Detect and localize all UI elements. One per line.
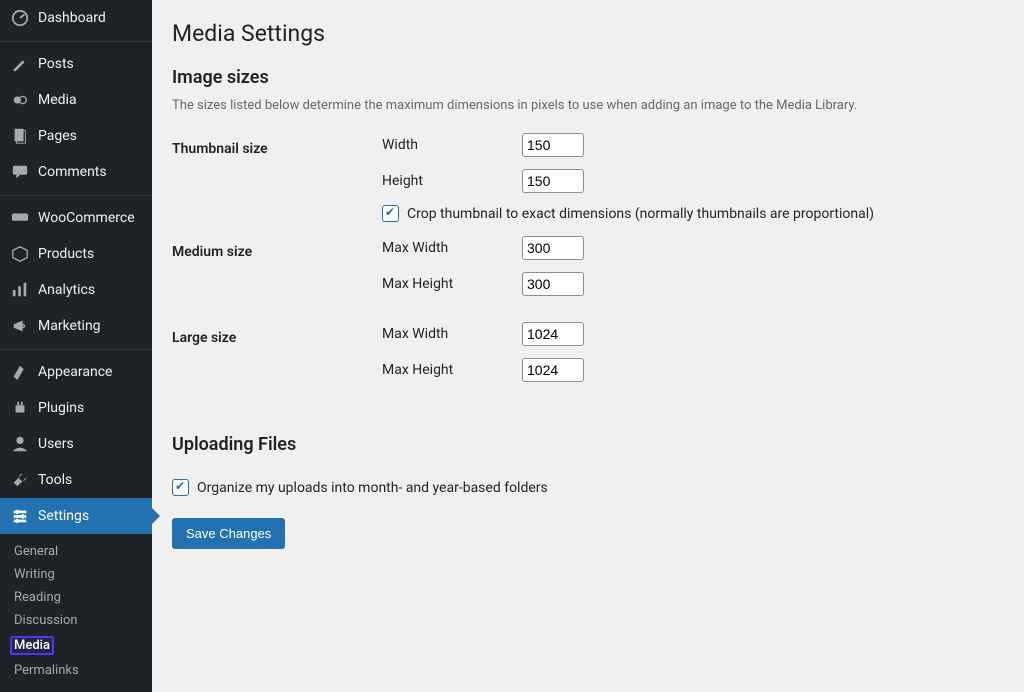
image-sizes-heading: Image sizes	[172, 67, 1004, 88]
sidebar-item-plugins[interactable]: Plugins	[0, 390, 152, 426]
woocommerce-icon	[10, 208, 30, 228]
sidebar-item-woocommerce[interactable]: WooCommerce	[0, 200, 152, 236]
sidebar-item-appearance[interactable]: Appearance	[0, 354, 152, 390]
sidebar-item-label: Tools	[38, 472, 72, 488]
sidebar-item-users[interactable]: Users	[0, 426, 152, 462]
thumbnail-group-label: Thumbnail size	[172, 133, 382, 236]
thumbnail-crop-label: Crop thumbnail to exact dimensions (norm…	[407, 206, 874, 222]
submenu-item-writing[interactable]: Writing	[0, 563, 152, 586]
large-height-label: Max Height	[382, 362, 522, 378]
posts-icon	[10, 54, 30, 74]
save-changes-button[interactable]: Save Changes	[172, 518, 285, 549]
submenu-item-media[interactable]: Media	[0, 632, 152, 659]
highlight-annotation: Media	[10, 636, 54, 655]
medium-width-label: Max Width	[382, 240, 522, 256]
image-sizes-table: Thumbnail size Width Height Crop thumbna…	[172, 133, 1004, 408]
sidebar-item-label: Settings	[38, 508, 89, 524]
thumbnail-height-label: Height	[382, 173, 522, 189]
sidebar-item-label: Marketing	[38, 318, 101, 334]
sidebar-item-label: Plugins	[38, 400, 84, 416]
sidebar-item-label: Comments	[38, 164, 107, 180]
sidebar-item-label: Posts	[38, 56, 74, 72]
sidebar-item-label: WooCommerce	[38, 210, 135, 226]
sidebar-item-analytics[interactable]: Analytics	[0, 272, 152, 308]
sidebar-item-label: Appearance	[38, 364, 112, 380]
pages-icon	[10, 126, 30, 146]
marketing-icon	[10, 316, 30, 336]
large-width-input[interactable]	[522, 322, 584, 346]
medium-width-input[interactable]	[522, 236, 584, 260]
sidebar-item-dashboard[interactable]: Dashboard	[0, 0, 152, 36]
thumbnail-crop-checkbox[interactable]	[382, 205, 399, 222]
sidebar-item-settings[interactable]: Settings	[0, 498, 152, 534]
analytics-icon	[10, 280, 30, 300]
comments-icon	[10, 162, 30, 182]
sidebar-item-posts[interactable]: Posts	[0, 46, 152, 82]
page-title: Media Settings	[172, 20, 1004, 47]
users-icon	[10, 434, 30, 454]
media-icon	[10, 90, 30, 110]
sidebar-item-marketing[interactable]: Marketing	[0, 308, 152, 344]
medium-height-label: Max Height	[382, 276, 522, 292]
large-height-input[interactable]	[522, 358, 584, 382]
dashboard-icon	[10, 8, 30, 28]
submenu-item-discussion[interactable]: Discussion	[0, 609, 152, 632]
products-icon	[10, 244, 30, 264]
medium-height-input[interactable]	[522, 272, 584, 296]
sidebar-item-tools[interactable]: Tools	[0, 462, 152, 498]
appearance-icon	[10, 362, 30, 382]
sidebar-item-label: Pages	[38, 128, 77, 144]
sidebar-item-comments[interactable]: Comments	[0, 154, 152, 190]
submenu-item-reading[interactable]: Reading	[0, 586, 152, 609]
image-sizes-description: The sizes listed below determine the max…	[172, 98, 1004, 113]
submenu-item-permalinks[interactable]: Permalinks	[0, 659, 152, 682]
sidebar-item-pages[interactable]: Pages	[0, 118, 152, 154]
large-width-label: Max Width	[382, 326, 522, 342]
sidebar-item-label: Users	[38, 436, 74, 452]
thumbnail-width-input[interactable]	[522, 133, 584, 157]
organize-uploads-checkbox[interactable]	[172, 479, 189, 496]
sidebar-item-products[interactable]: Products	[0, 236, 152, 272]
sidebar-item-label: Analytics	[38, 282, 95, 298]
sidebar-item-media[interactable]: Media	[0, 82, 152, 118]
content-area: Media Settings Image sizes The sizes lis…	[152, 0, 1024, 658]
uploading-files-heading: Uploading Files	[172, 434, 1004, 455]
sidebar-item-label: Media	[38, 92, 77, 108]
menu-separator	[0, 36, 152, 42]
tools-icon	[10, 470, 30, 490]
medium-group-label: Medium size	[172, 236, 382, 322]
menu-separator	[0, 190, 152, 196]
thumbnail-width-label: Width	[382, 137, 522, 153]
menu-separator	[0, 344, 152, 350]
submenu-item-general[interactable]: General	[0, 540, 152, 563]
sidebar-item-label: Dashboard	[38, 10, 106, 26]
organize-uploads-label: Organize my uploads into month- and year…	[197, 480, 548, 496]
sidebar-item-label: Products	[38, 246, 94, 262]
large-group-label: Large size	[172, 322, 382, 408]
settings-submenu: General Writing Reading Discussion Media…	[0, 534, 152, 692]
plugins-icon	[10, 398, 30, 418]
admin-sidebar: Dashboard Posts Media Pages Comments Woo…	[0, 0, 152, 658]
settings-icon	[10, 506, 30, 526]
thumbnail-height-input[interactable]	[522, 169, 584, 193]
